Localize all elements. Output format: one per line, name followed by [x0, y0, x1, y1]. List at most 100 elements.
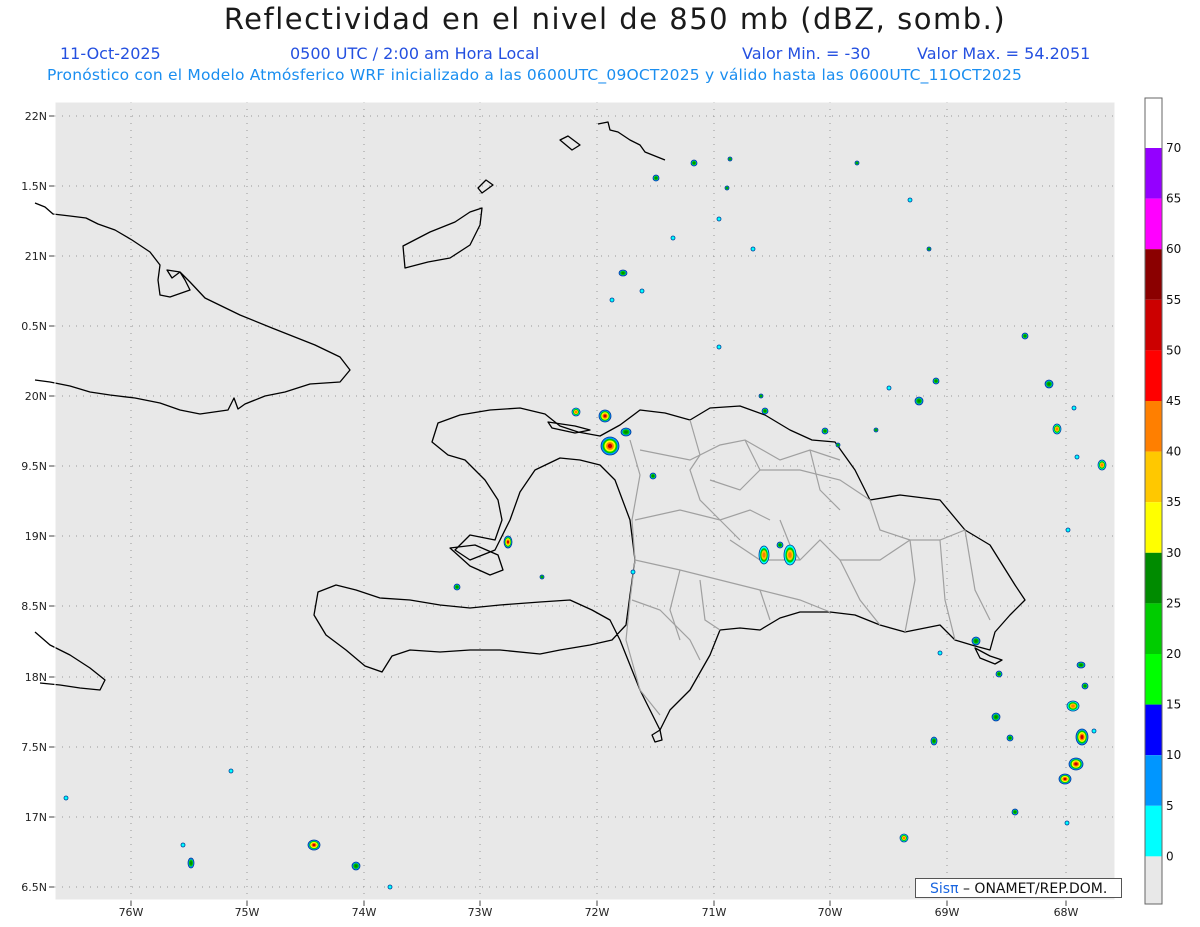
- echo-cell: [651, 474, 655, 478]
- echo-cell: [1023, 334, 1027, 338]
- echo-cell: [1065, 527, 1071, 533]
- map-overlay: 22N 1.5N 21N 0.5N 20N 9.5N 19N 8.5N 18N 7.5N 17N 6.…: [21, 97, 1181, 919]
- lon-label: 71W: [702, 906, 727, 919]
- echo-cell: [974, 639, 978, 643]
- colorbar-segment: [1145, 552, 1162, 604]
- lon-label: 72W: [585, 906, 610, 919]
- echo-cell: [763, 409, 767, 413]
- echo-cell: [607, 443, 613, 449]
- credit-text: – ONAMET/REP.DOM.: [962, 881, 1108, 897]
- colorbar-segment: [1145, 249, 1162, 300]
- echo-cell: [716, 216, 722, 222]
- colorbar: 7065605550454035302520151050: [1145, 141, 1181, 904]
- lon-label: 73W: [468, 906, 493, 919]
- colorbar-segment: [1145, 198, 1162, 250]
- echo-cell: [760, 395, 762, 397]
- echo-cell: [788, 551, 792, 559]
- echo-cell: [1083, 684, 1087, 688]
- colorbar-label: 10: [1166, 748, 1181, 762]
- colorbar-segment: [1145, 299, 1162, 351]
- echo-cell: [228, 768, 234, 774]
- echo-cell: [63, 795, 69, 801]
- echo-cell: [1100, 463, 1104, 467]
- colorbar-label: 50: [1166, 343, 1181, 357]
- echo-cell: [639, 288, 645, 294]
- saona-coast: [974, 647, 1003, 665]
- lat-label: 19N: [25, 530, 47, 543]
- colorbar-segment: [1145, 401, 1162, 452]
- colorbar-below-min: [1145, 856, 1162, 904]
- colorbar-label: 35: [1166, 495, 1181, 509]
- echo-cell: [354, 864, 358, 868]
- caicos-coast: [597, 121, 666, 161]
- colorbar-segment: [1145, 502, 1162, 553]
- echo-cell: [603, 414, 607, 418]
- echo-cell: [750, 246, 756, 252]
- echo-cell: [762, 552, 766, 558]
- echo-cell: [934, 379, 938, 383]
- echo-cell: [670, 235, 676, 241]
- echo-cell: [875, 429, 877, 431]
- lat-label: 7.5N: [21, 741, 47, 754]
- echo-cell: [716, 344, 722, 350]
- colorbar-label: 70: [1166, 141, 1181, 155]
- colorbar-label: 55: [1166, 293, 1181, 307]
- echo-cell: [692, 161, 696, 165]
- colorbar-label: 25: [1166, 596, 1181, 610]
- echo-cell: [1074, 762, 1078, 766]
- colorbar-label: 60: [1166, 242, 1181, 256]
- lat-label: 21N: [25, 250, 47, 263]
- lat-label: 6.5N: [21, 881, 47, 894]
- echo-cell: [1091, 728, 1097, 734]
- pi-symbol-icon: Sisπ: [930, 881, 959, 897]
- colorbar-label: 15: [1166, 698, 1181, 712]
- tortue-coast: [547, 421, 591, 434]
- echo-cell: [902, 836, 906, 840]
- lat-label: 17N: [25, 811, 47, 824]
- echo-cell: [937, 650, 943, 656]
- colorbar-segment: [1145, 451, 1162, 503]
- echo-cell: [455, 585, 459, 589]
- echo-cell: [886, 385, 892, 391]
- echo-cell: [917, 399, 921, 403]
- colorbar-label: 0: [1166, 849, 1174, 863]
- beata-coast: [651, 729, 663, 743]
- echo-cell: [624, 430, 628, 434]
- colorbar-label: 45: [1166, 394, 1181, 408]
- echo-cell: [1055, 427, 1059, 431]
- echo-cell: [312, 843, 316, 847]
- reflectivity-echoes: [63, 156, 1107, 890]
- echo-cell: [994, 715, 998, 719]
- echo-cell: [189, 861, 193, 865]
- echo-cell: [180, 842, 186, 848]
- ragged-keys-coast: [477, 179, 494, 194]
- echo-cell: [574, 410, 578, 414]
- provincial-boundaries: [625, 419, 991, 716]
- colorbar-label: 40: [1166, 445, 1181, 459]
- colorbar-label: 5: [1166, 799, 1174, 813]
- echo-cell: [778, 543, 782, 547]
- colorbar-segment: [1145, 603, 1162, 654]
- lat-label: 20N: [25, 390, 47, 403]
- echo-cell: [1008, 736, 1012, 740]
- echo-cell: [837, 444, 839, 446]
- lat-label: 1.5N: [21, 180, 47, 193]
- echo-cell: [621, 271, 625, 275]
- colorbar-segment: [1145, 350, 1162, 401]
- colorbar-label: 65: [1166, 192, 1181, 206]
- lat-label: 8.5N: [21, 600, 47, 613]
- echo-cell: [1074, 454, 1080, 460]
- echo-cell: [1013, 810, 1017, 814]
- lat-label: 0.5N: [21, 320, 47, 333]
- lon-label: 68W: [1054, 906, 1079, 919]
- echo-cell: [928, 248, 930, 250]
- credit-badge: Sisπ – ONAMET/REP.DOM.: [915, 878, 1122, 898]
- longitude-labels: 76W 75W 74W 73W 72W 71W 70W 69W 68W: [119, 906, 1079, 919]
- colorbar-segment: [1145, 755, 1162, 806]
- echo-cell: [729, 158, 731, 160]
- colorbar-segment: [1145, 704, 1162, 756]
- latitude-labels: 22N 1.5N 21N 0.5N 20N 9.5N 19N 8.5N 18N 7.5N 17N 6.…: [21, 110, 47, 894]
- echo-cell: [609, 297, 615, 303]
- echo-cell: [654, 176, 658, 180]
- cuba-coast: [34, 202, 351, 415]
